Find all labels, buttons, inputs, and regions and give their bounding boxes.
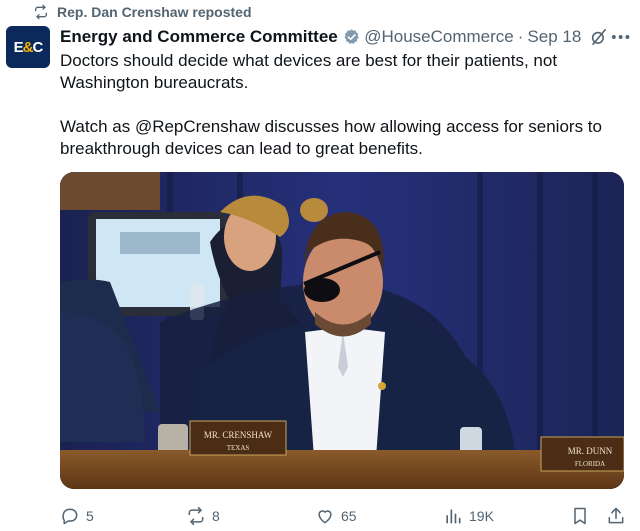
repost-button[interactable]: 8 xyxy=(186,505,220,527)
avatar-letter: C xyxy=(32,38,44,56)
repost-count: 8 xyxy=(212,508,220,524)
bookmark-button[interactable] xyxy=(570,505,590,527)
grok-icon[interactable] xyxy=(589,27,608,47)
reply-icon xyxy=(62,508,78,525)
repost-indicator[interactable]: Rep. Dan Crenshaw reposted xyxy=(33,2,252,22)
verified-badge-icon[interactable] xyxy=(343,28,360,46)
author-name[interactable]: Energy and Commerce Committee xyxy=(60,27,338,47)
separator-dot: · xyxy=(517,27,524,46)
repost-icon xyxy=(35,4,47,20)
reply-count: 5 xyxy=(86,508,94,524)
analytics-icon xyxy=(446,509,461,524)
video-media[interactable]: MR. CRENSHAW TEXAS MR. DUNN FLORIDA xyxy=(60,172,624,489)
post-header: Energy and Commerce Committee @HouseComm… xyxy=(60,26,632,48)
post-text: Doctors should decide what devices are b… xyxy=(60,50,620,160)
view-count: 19K xyxy=(469,508,494,524)
nameplate-state: FLORIDA xyxy=(575,460,605,468)
bookmark-icon xyxy=(574,507,586,525)
avatar[interactable]: E & C xyxy=(6,26,50,68)
action-bar: 5 8 65 19K xyxy=(60,505,632,527)
share-button[interactable] xyxy=(606,505,626,527)
share-icon xyxy=(608,507,624,524)
post-paragraph: Watch as @RepCrenshaw discusses how allo… xyxy=(60,117,602,158)
author-handle[interactable]: @HouseCommerce xyxy=(364,27,514,47)
heart-icon xyxy=(318,510,332,524)
nameplate-name: MR. CRENSHAW xyxy=(204,430,273,440)
nameplate-name: MR. DUNN xyxy=(568,446,613,456)
avatar-ampersand: & xyxy=(22,38,34,56)
like-button[interactable]: 65 xyxy=(315,505,357,527)
post-paragraph: Doctors should decide what devices are b… xyxy=(60,51,558,92)
nameplate-state: TEXAS xyxy=(227,444,250,452)
paragraph-spacer xyxy=(60,94,620,116)
repost-icon xyxy=(188,506,204,526)
repost-label: Rep. Dan Crenshaw reposted xyxy=(57,4,252,20)
views-button[interactable]: 19K xyxy=(443,505,494,527)
like-count: 65 xyxy=(341,508,357,524)
reply-button[interactable]: 5 xyxy=(60,505,94,527)
avatar-letter: E xyxy=(13,38,24,56)
video-frame: MR. CRENSHAW TEXAS MR. DUNN FLORIDA xyxy=(60,172,624,489)
more-options-icon[interactable] xyxy=(609,27,632,47)
post-date[interactable]: Sep 18 xyxy=(527,27,581,47)
